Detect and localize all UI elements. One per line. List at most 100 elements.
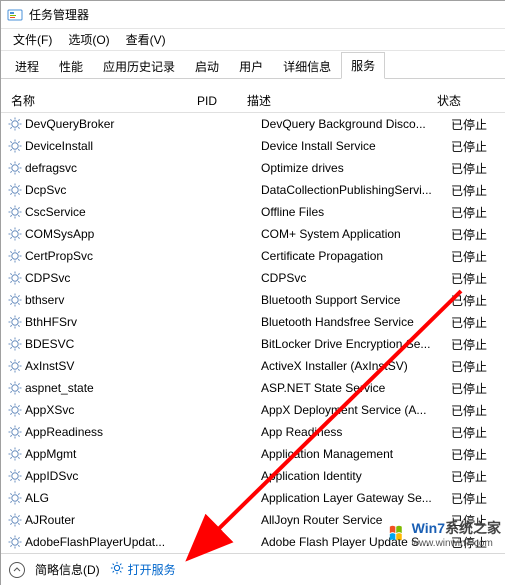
service-name: bthserv	[25, 293, 211, 307]
service-name: AdobeFlashPlayerUpdat...	[25, 535, 211, 549]
service-name: AJRouter	[25, 513, 211, 527]
tab-performance[interactable]: 性能	[49, 53, 93, 79]
service-desc: BitLocker Drive Encryption Se...	[261, 337, 451, 351]
header-pid[interactable]: PID	[197, 94, 247, 108]
fewer-details-link[interactable]: 简略信息(D)	[35, 561, 100, 578]
service-name: CscService	[25, 205, 211, 219]
service-desc: ASP.NET State Service	[261, 381, 451, 395]
service-status: 已停止	[451, 270, 499, 287]
service-desc: AppX Deployment Service (A...	[261, 403, 451, 417]
table-row[interactable]: AppIDSvcApplication Identity已停止	[1, 465, 505, 487]
gear-icon	[7, 446, 23, 462]
service-status: 已停止	[451, 534, 499, 551]
menu-options[interactable]: 选项(O)	[60, 29, 117, 50]
gear-icon	[7, 292, 23, 308]
service-status: 已停止	[451, 248, 499, 265]
gear-icon	[7, 204, 23, 220]
menu-file[interactable]: 文件(F)	[5, 29, 60, 50]
window-title: 任务管理器	[29, 6, 89, 23]
table-row[interactable]: BthHFSrvBluetooth Handsfree Service已停止	[1, 311, 505, 333]
service-desc: AllJoyn Router Service	[261, 513, 451, 527]
service-name: DeviceInstall	[25, 139, 211, 153]
gear-icon	[7, 424, 23, 440]
service-status: 已停止	[451, 380, 499, 397]
chevron-up-icon[interactable]	[9, 562, 25, 578]
gear-icon	[7, 402, 23, 418]
table-row[interactable]: AdobeFlashPlayerUpdat... Adobe Flash Play…	[1, 531, 505, 553]
gear-icon	[7, 226, 23, 242]
table-row[interactable]: CDPSvcCDPSvc已停止	[1, 267, 505, 289]
service-name: AppIDSvc	[25, 469, 211, 483]
service-status: 已停止	[451, 314, 499, 331]
statusbar: 简略信息(D) 打开服务	[1, 553, 505, 585]
service-status: 已停止	[451, 182, 499, 199]
gear-icon	[7, 116, 23, 132]
service-status: 已停止	[451, 490, 499, 507]
gear-icon	[7, 270, 23, 286]
service-name: aspnet_state	[25, 381, 211, 395]
tab-history[interactable]: 应用历史记录	[93, 53, 185, 79]
service-status: 已停止	[451, 292, 499, 309]
task-manager-window: 任务管理器 文件(F) 选项(O) 查看(V) 进程 性能 应用历史记录 启动 …	[0, 0, 505, 585]
service-desc: Application Layer Gateway Se...	[261, 491, 451, 505]
table-row[interactable]: ALGApplication Layer Gateway Se...已停止	[1, 487, 505, 509]
service-status: 已停止	[451, 226, 499, 243]
table-row[interactable]: AJRouter AllJoyn Router Service已停止	[1, 509, 505, 531]
gear-icon	[7, 468, 23, 484]
service-desc: DevQuery Background Disco...	[261, 117, 451, 131]
table-row[interactable]: defragsvcOptimize drives已停止	[1, 157, 505, 179]
gear-icon	[7, 336, 23, 352]
menu-view[interactable]: 查看(V)	[118, 29, 174, 50]
table-row[interactable]: aspnet_state ASP.NET State Service已停止	[1, 377, 505, 399]
table-row[interactable]: DcpSvcDataCollectionPublishingServi...已停…	[1, 179, 505, 201]
header-desc[interactable]: 描述	[247, 92, 437, 109]
service-name: AxInstSV	[25, 359, 211, 373]
service-name: AppXSvc	[25, 403, 211, 417]
table-row[interactable]: COMSysApp COM+ System Application已停止	[1, 223, 505, 245]
gear-icon	[110, 561, 124, 578]
service-name: CDPSvc	[25, 271, 211, 285]
service-status: 已停止	[451, 116, 499, 133]
service-status: 已停止	[451, 446, 499, 463]
gear-icon	[7, 138, 23, 154]
app-icon	[7, 7, 23, 23]
tab-startup[interactable]: 启动	[185, 53, 229, 79]
table-row[interactable]: AppXSvcAppX Deployment Service (A...已停止	[1, 399, 505, 421]
tab-users[interactable]: 用户	[229, 53, 273, 79]
table-row[interactable]: bthservBluetooth Support Service已停止	[1, 289, 505, 311]
service-status: 已停止	[451, 424, 499, 441]
tab-details[interactable]: 详细信息	[273, 53, 341, 79]
table-row[interactable]: CertPropSvcCertificate Propagation已停止	[1, 245, 505, 267]
service-status: 已停止	[451, 358, 499, 375]
table-row[interactable]: BDESVCBitLocker Drive Encryption Se...已停…	[1, 333, 505, 355]
tabs: 进程 性能 应用历史记录 启动 用户 详细信息 服务	[1, 51, 505, 79]
gear-icon	[7, 512, 23, 528]
table-row[interactable]: AppMgmtApplication Management已停止	[1, 443, 505, 465]
header-status[interactable]: 状态	[437, 92, 499, 109]
tab-services[interactable]: 服务	[341, 52, 385, 79]
table-row[interactable]: CscServiceOffline Files已停止	[1, 201, 505, 223]
table-row[interactable]: DeviceInstallDevice Install Service已停止	[1, 135, 505, 157]
service-status: 已停止	[451, 512, 499, 529]
service-desc: Adobe Flash Player Update S...	[261, 535, 451, 549]
tab-processes[interactable]: 进程	[5, 53, 49, 79]
menubar: 文件(F) 选项(O) 查看(V)	[1, 29, 505, 51]
table-row[interactable]: AppReadinessApp Readiness已停止	[1, 421, 505, 443]
service-desc: Application Identity	[261, 469, 451, 483]
service-name: AppReadiness	[25, 425, 211, 439]
service-name: DcpSvc	[25, 183, 211, 197]
service-status: 已停止	[451, 336, 499, 353]
gear-icon	[7, 380, 23, 396]
service-list[interactable]: DevQueryBrokerDevQuery Background Disco.…	[1, 113, 505, 555]
titlebar[interactable]: 任务管理器	[1, 1, 505, 29]
gear-icon	[7, 314, 23, 330]
table-row[interactable]: AxInstSVActiveX Installer (AxInstSV)已停止	[1, 355, 505, 377]
table-row[interactable]: DevQueryBrokerDevQuery Background Disco.…	[1, 113, 505, 135]
service-name: AppMgmt	[25, 447, 211, 461]
gear-icon	[7, 490, 23, 506]
open-services-link[interactable]: 打开服务	[110, 561, 176, 578]
header-name[interactable]: 名称	[7, 92, 197, 109]
service-name: COMSysApp	[25, 227, 211, 241]
open-services-label: 打开服务	[128, 561, 176, 578]
service-desc: COM+ System Application	[261, 227, 451, 241]
